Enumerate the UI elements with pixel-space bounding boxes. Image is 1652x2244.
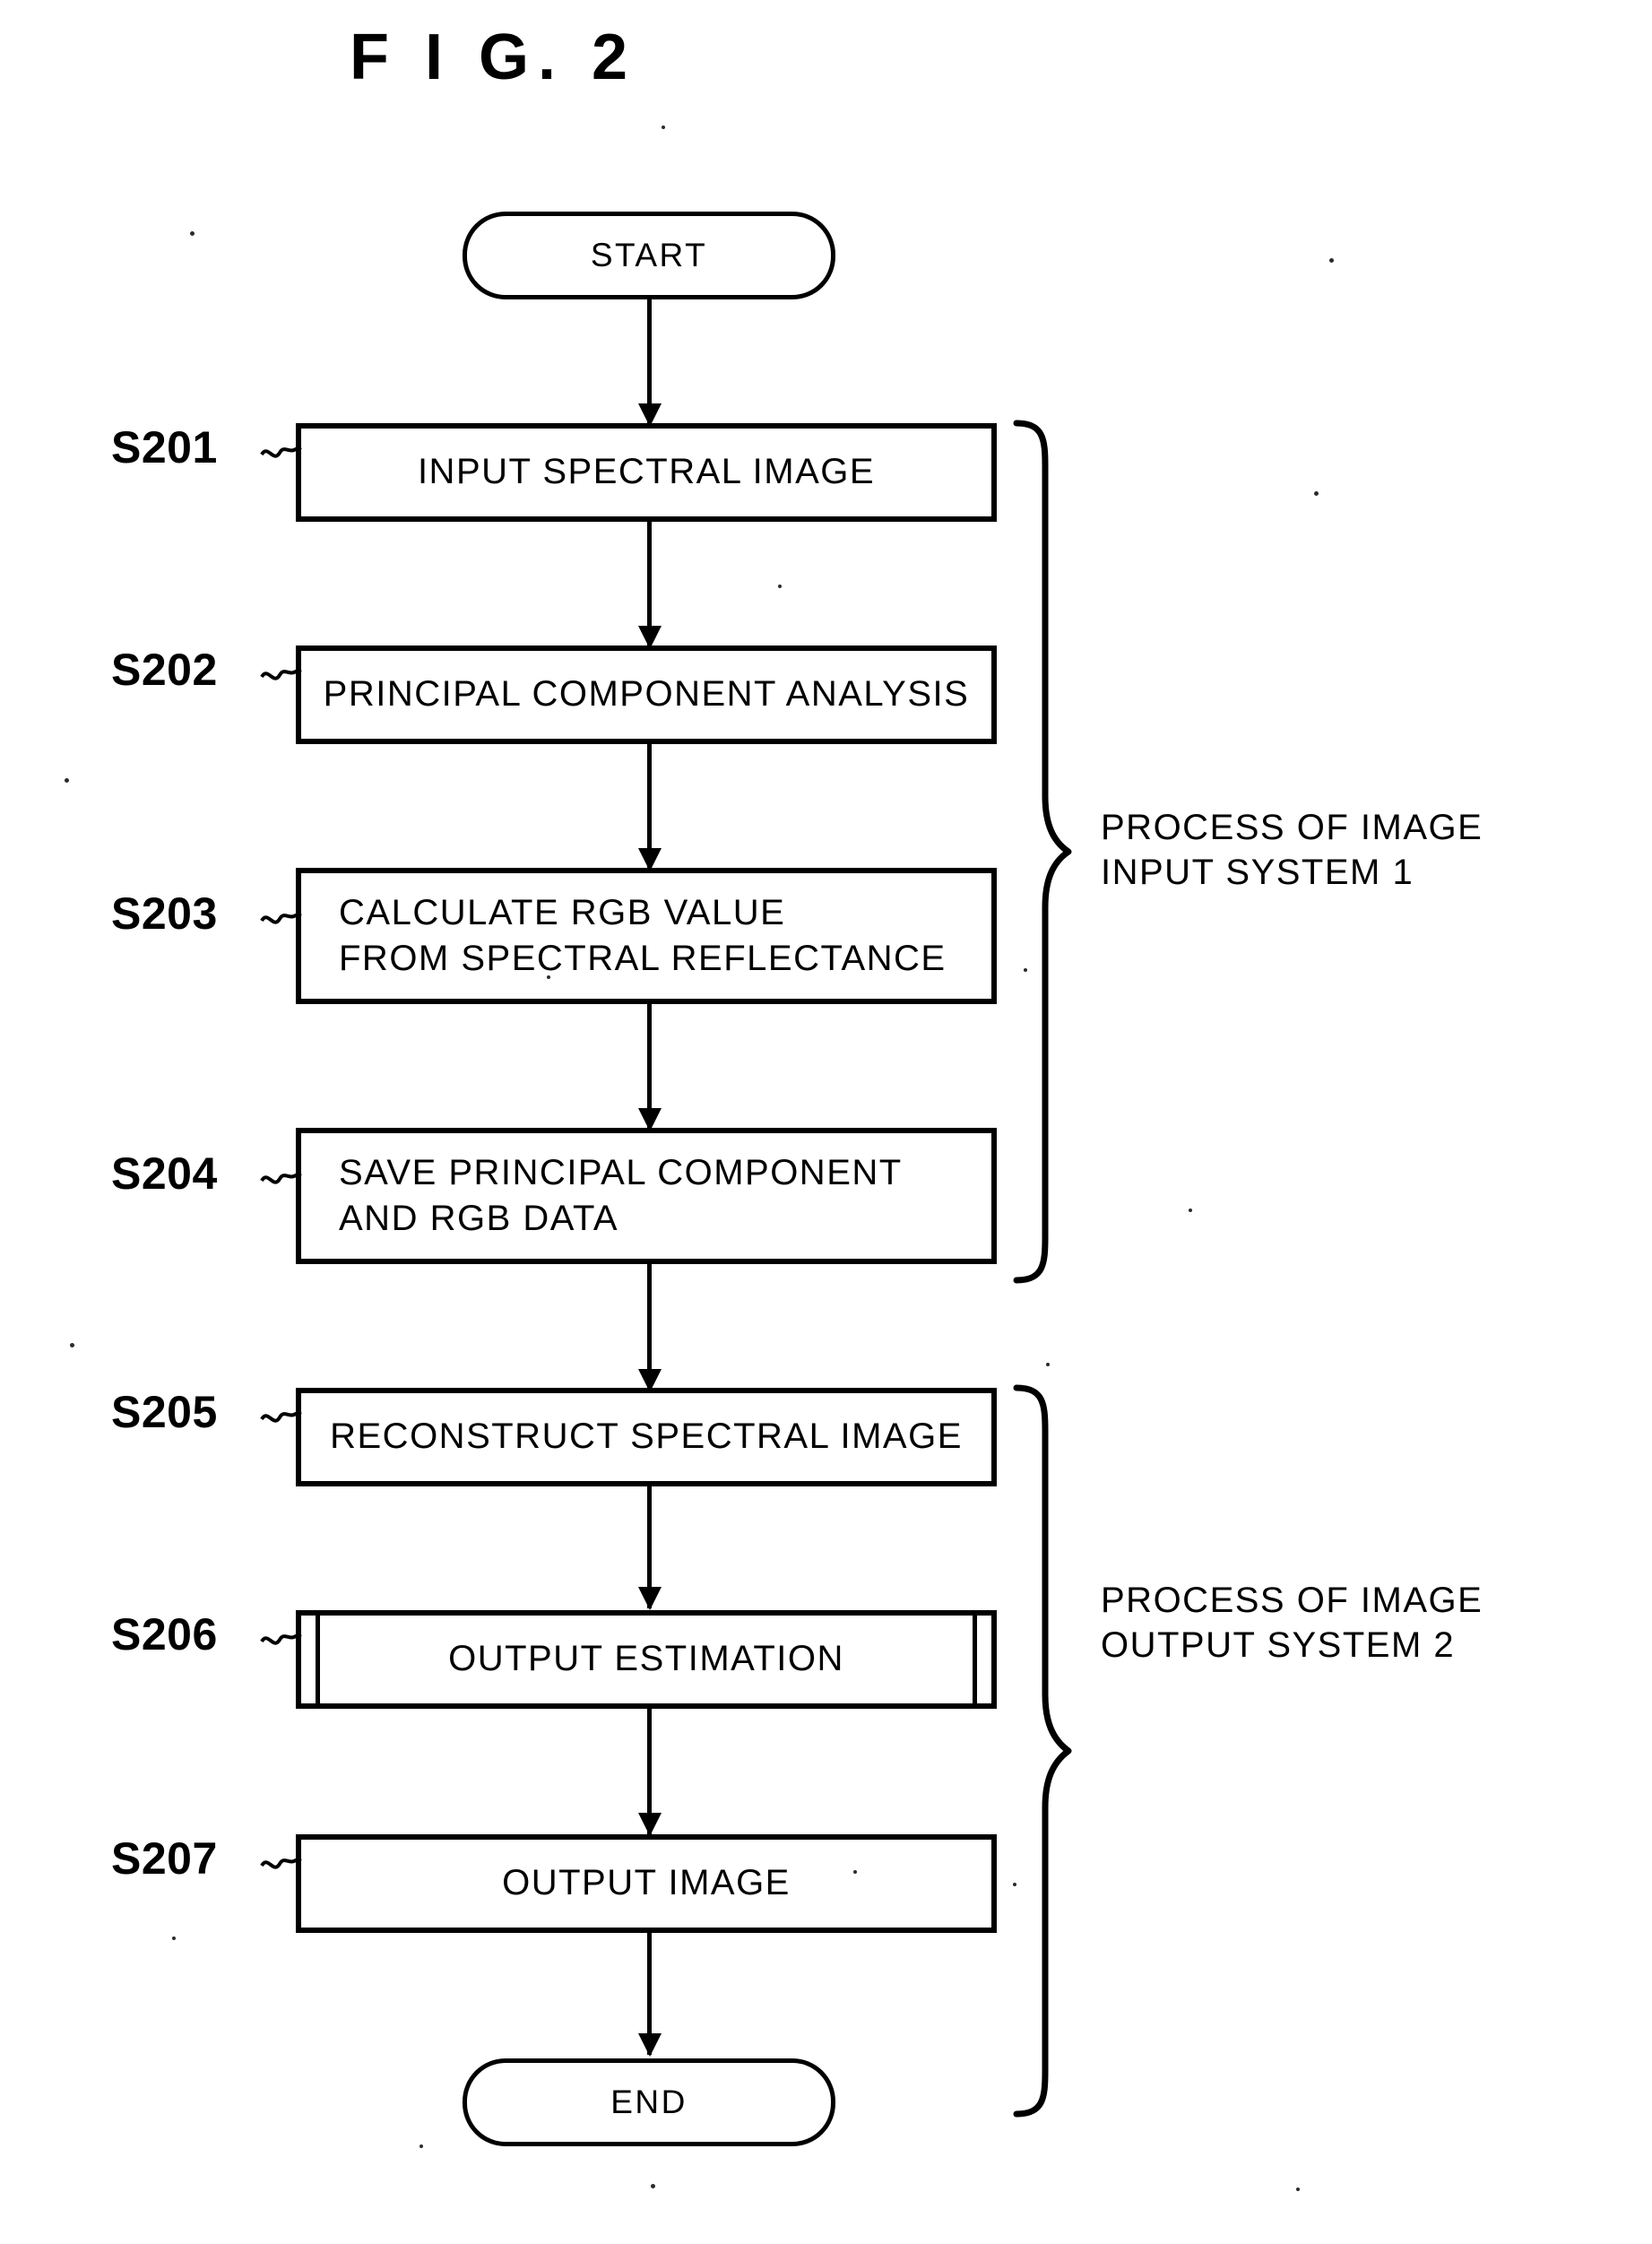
group-caption-input-system: PROCESS OF IMAGE INPUT SYSTEM 1 [1101,808,1483,892]
step-box-s207: OUTPUT IMAGE [296,1834,997,1933]
step-box-s205-label: RECONSTRUCT SPECTRAL IMAGE [330,1417,963,1457]
subroutine-rail-right-icon [973,1616,977,1703]
step-box-s204: SAVE PRINCIPAL COMPONENT AND RGB DATA [296,1128,997,1264]
terminal-end-label: END [610,2084,688,2120]
terminal-start: START [463,212,835,299]
terminal-start-label: START [590,237,708,273]
scan-speckle [651,2184,655,2188]
scan-speckle [547,975,550,979]
leader-squiggle-s203 [260,912,302,924]
step-box-s206-label: OUTPUT ESTIMATION [448,1639,844,1679]
terminal-end: END [463,2058,835,2146]
step-box-s201-label: INPUT SPECTRAL IMAGE [417,452,876,492]
step-box-s202-label: PRINCIPAL COMPONENT ANALYSIS [323,674,970,715]
step-tag-s201: S201 [111,422,218,472]
leader-squiggle-s206 [260,1633,302,1645]
arrowhead-s207 [638,1813,662,1836]
scan-speckle [172,1936,176,1940]
scan-speckle [1314,491,1319,496]
step-box-s207-label: OUTPUT IMAGE [502,1863,791,1903]
scan-speckle [853,1870,857,1874]
scan-speckle [70,1343,74,1347]
leader-squiggle-s204 [260,1172,302,1184]
scan-speckle [1189,1209,1192,1212]
step-box-s204-label: SAVE PRINCIPAL COMPONENT AND RGB DATA [339,1152,903,1238]
scan-speckle [1046,1363,1050,1366]
step-tag-s203: S203 [111,888,218,939]
step-box-s203: CALCULATE RGB VALUE FROM SPECTRAL REFLEC… [296,868,997,1004]
step-box-s206: OUTPUT ESTIMATION [296,1610,997,1709]
scan-speckle [1013,1883,1016,1886]
step-tag-s206: S206 [111,1609,218,1659]
arrowhead-s206 [638,1587,662,1610]
leader-squiggle-s201 [260,446,302,458]
step-tag-s205: S205 [111,1387,218,1437]
leader-squiggle-s207 [260,1857,302,1869]
group-brace-input-system [1013,420,1072,1284]
step-box-s205: RECONSTRUCT SPECTRAL IMAGE [296,1388,997,1486]
flowchart-canvas: START INPUT SPECTRAL IMAGE S201 PRINCIPA… [0,0,1652,2244]
scan-speckle [419,2144,423,2148]
scan-speckle [778,585,782,588]
scan-speckle [1296,2188,1300,2191]
step-tag-s204: S204 [111,1148,218,1199]
subroutine-rail-left-icon [316,1616,320,1703]
leader-squiggle-s205 [260,1410,302,1423]
scan-speckle [1329,258,1334,263]
step-tag-s207: S207 [111,1833,218,1884]
scan-speckle [662,126,665,129]
group-caption-output-system: PROCESS OF IMAGE OUTPUT SYSTEM 2 [1101,1581,1483,1665]
arrowhead-end [638,2033,662,2057]
scan-speckle [190,231,195,236]
step-box-s201: INPUT SPECTRAL IMAGE [296,423,997,522]
scan-speckle [1024,968,1027,972]
group-brace-output-system [1013,1384,1072,2118]
step-box-s202: PRINCIPAL COMPONENT ANALYSIS [296,645,997,744]
step-tag-s202: S202 [111,645,218,695]
step-box-s203-label: CALCULATE RGB VALUE FROM SPECTRAL REFLEC… [339,892,947,978]
scan-speckle [65,778,69,783]
leader-squiggle-s202 [260,668,302,680]
